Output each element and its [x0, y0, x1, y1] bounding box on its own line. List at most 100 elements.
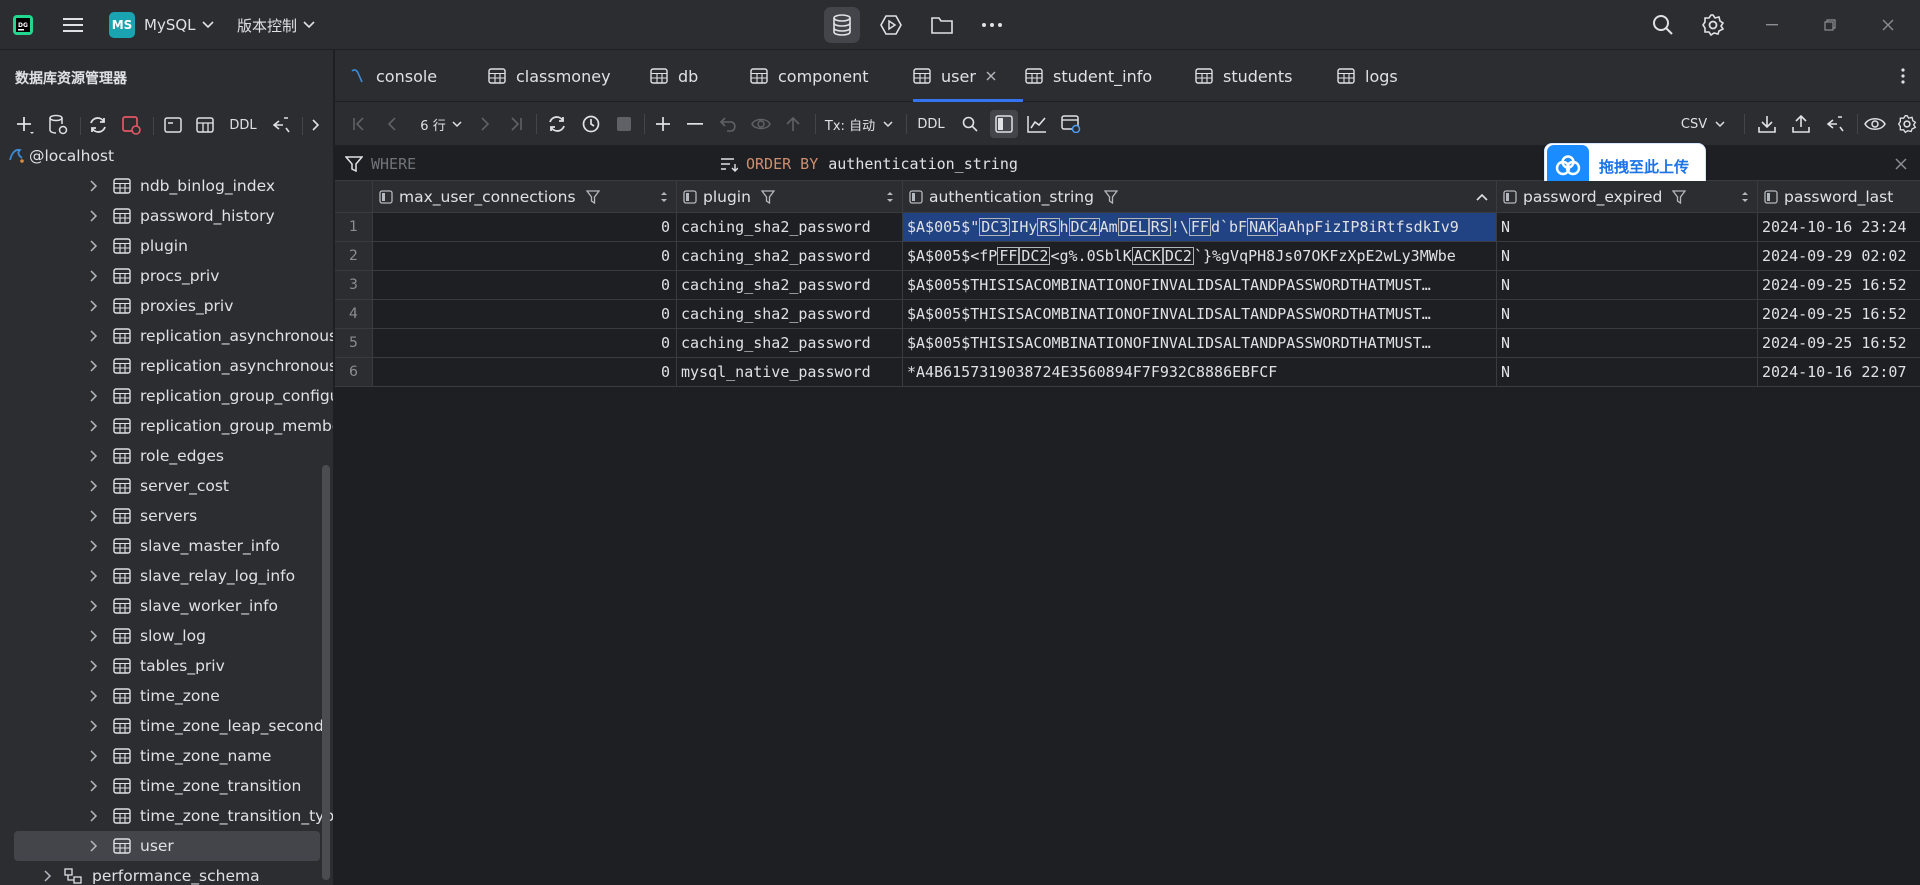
stop-icon[interactable] [611, 102, 637, 146]
chart-icon[interactable] [1023, 102, 1051, 146]
cell-authentication-string[interactable]: $A$005$<fP FF DC2 <g%.0SblK ACK DC2 `}%gVqPH8J… [903, 242, 1497, 271]
chevron-right-icon[interactable] [90, 180, 98, 192]
cell-max-user-connections[interactable]: 0 [373, 213, 677, 242]
column-filter-icon[interactable] [1103, 189, 1118, 204]
tab-component[interactable]: component [750, 50, 869, 102]
chevron-right-icon[interactable] [90, 750, 98, 762]
column-header-plugin[interactable]: plugin [677, 181, 903, 213]
chevron-right-icon[interactable] [306, 107, 326, 143]
cell-password-last-changed[interactable]: 2024-09-29 02:02 [1758, 242, 1920, 271]
sort-toggle-icon[interactable] [660, 191, 668, 203]
settings-gear-icon[interactable] [1695, 7, 1731, 43]
tree-item-table[interactable]: time_zone [0, 681, 333, 711]
disconnect-icon[interactable] [118, 107, 144, 143]
database-icon[interactable] [824, 7, 860, 43]
tree-item-table[interactable]: proxies_priv [0, 291, 333, 321]
cell-plugin[interactable]: mysql_native_password [677, 358, 903, 387]
row-number[interactable]: 1 [335, 213, 373, 242]
cell-authentication-string[interactable]: $A$005$THISISACOMBINATIONOFINVALIDSALTAN… [903, 329, 1497, 358]
cell-max-user-connections[interactable]: 0 [373, 242, 677, 271]
revert-icon[interactable] [715, 102, 743, 146]
restore-icon[interactable] [1800, 0, 1860, 50]
tree-item-table[interactable]: replication_asynchronous_c [0, 351, 333, 381]
cell-password-last-changed[interactable]: 2024-10-16 23:24 [1758, 213, 1920, 242]
tree-item-table[interactable]: slave_worker_info [0, 591, 333, 621]
jump-to-icon[interactable] [268, 107, 294, 143]
cell-password-expired[interactable]: N [1497, 213, 1758, 242]
close-filter-icon[interactable] [1895, 146, 1907, 181]
cell-authentication-string[interactable]: $A$005$THISISACOMBINATIONOFINVALIDSALTAN… [903, 300, 1497, 329]
tree-item-table[interactable]: procs_priv [0, 261, 333, 291]
row-number[interactable]: 4 [335, 300, 373, 329]
export-download-icon[interactable] [1753, 102, 1781, 146]
cell-password-last-changed[interactable]: 2024-09-25 16:52 [1758, 271, 1920, 300]
tab-user[interactable]: user [913, 50, 1023, 102]
chevron-right-icon[interactable] [90, 630, 98, 642]
sort-ascending-icon[interactable] [1476, 193, 1488, 201]
tree-item-table[interactable]: time_zone_leap_second [0, 711, 333, 741]
row-number[interactable]: 6 [335, 358, 373, 387]
chevron-right-icon[interactable] [90, 420, 98, 432]
cell-password-last-changed[interactable]: 2024-09-25 16:52 [1758, 329, 1920, 358]
transaction-mode-dropdown[interactable]: Tx: 自动 [823, 102, 895, 146]
more-icon[interactable] [974, 7, 1010, 43]
chevron-right-icon[interactable] [90, 360, 98, 372]
chevron-right-icon[interactable] [90, 300, 98, 312]
column-header-max-user-connections[interactable]: max_user_connections [373, 181, 677, 213]
column-filter-icon[interactable] [585, 189, 600, 204]
submit-icon[interactable] [779, 102, 807, 146]
row-number[interactable]: 2 [335, 242, 373, 271]
chevron-right-icon[interactable] [90, 540, 98, 552]
project-selector[interactable]: MS MySQL [109, 0, 214, 50]
table-view-icon[interactable] [192, 107, 218, 143]
vcs-menu[interactable]: 版本控制 [237, 0, 315, 50]
cell-authentication-string[interactable]: $A$005$" DC3 IHy RS h DC4 Am DEL RS !\ FF d`bF NAK aA… [903, 213, 1497, 242]
row-number[interactable]: 5 [335, 329, 373, 358]
app-logo-icon[interactable]: DG [12, 0, 34, 50]
compare-icon[interactable] [1821, 102, 1849, 146]
tree-item-table[interactable]: replication_asynchronous_c [0, 321, 333, 351]
sidebar-scrollbar[interactable] [322, 465, 330, 880]
tab-classmoney[interactable]: classmoney [488, 50, 611, 102]
add-icon[interactable] [12, 107, 38, 143]
cell-plugin[interactable]: caching_sha2_password [677, 271, 903, 300]
view-eye-icon[interactable] [1861, 102, 1889, 146]
tab-students[interactable]: students [1195, 50, 1293, 102]
page-size-dropdown[interactable]: 6 行 [413, 102, 469, 146]
order-by-filter[interactable]: ORDER BY authentication_string [720, 146, 1018, 181]
column-filter-icon[interactable] [1672, 189, 1687, 204]
tab-console[interactable]: console [350, 50, 437, 102]
cell-authentication-string[interactable]: *A4B6157319038724E3560894F7F932C8886EBFC… [903, 358, 1497, 387]
close-window-icon[interactable] [1858, 0, 1918, 50]
chevron-right-icon[interactable] [90, 330, 98, 342]
cell-max-user-connections[interactable]: 0 [373, 329, 677, 358]
chevron-right-icon[interactable] [90, 660, 98, 672]
add-row-icon[interactable] [649, 102, 677, 146]
tree-item-table[interactable]: slave_master_info [0, 531, 333, 561]
tree-item-table[interactable]: time_zone_name [0, 741, 333, 771]
minimize-icon[interactable] [1742, 0, 1802, 50]
chevron-right-icon[interactable] [90, 690, 98, 702]
column-header-password-last[interactable]: password_last [1758, 181, 1920, 213]
tree-item-table[interactable]: servers [0, 501, 333, 531]
ddl-button[interactable]: DDL [915, 102, 947, 146]
tree-root-localhost[interactable]: @localhost [0, 141, 333, 171]
cell-plugin[interactable]: caching_sha2_password [677, 329, 903, 358]
last-page-icon[interactable] [504, 102, 528, 146]
grid-settings-icon[interactable] [1057, 102, 1085, 146]
console-icon[interactable] [160, 107, 186, 143]
next-page-icon[interactable] [473, 102, 497, 146]
cell-max-user-connections[interactable]: 0 [373, 271, 677, 300]
chevron-right-icon[interactable] [90, 510, 98, 522]
cell-password-expired[interactable]: N [1497, 300, 1758, 329]
data-source-properties-icon[interactable] [45, 107, 71, 143]
chevron-right-icon[interactable] [90, 780, 98, 792]
chevron-right-icon[interactable] [90, 270, 98, 282]
tab-logs[interactable]: logs [1337, 50, 1398, 102]
previous-page-icon[interactable] [380, 102, 404, 146]
first-page-icon[interactable] [347, 102, 371, 146]
chevron-right-icon[interactable] [90, 720, 98, 732]
search-icon[interactable] [957, 102, 983, 146]
chevron-right-icon[interactable] [90, 450, 98, 462]
column-filter-icon[interactable] [760, 189, 775, 204]
